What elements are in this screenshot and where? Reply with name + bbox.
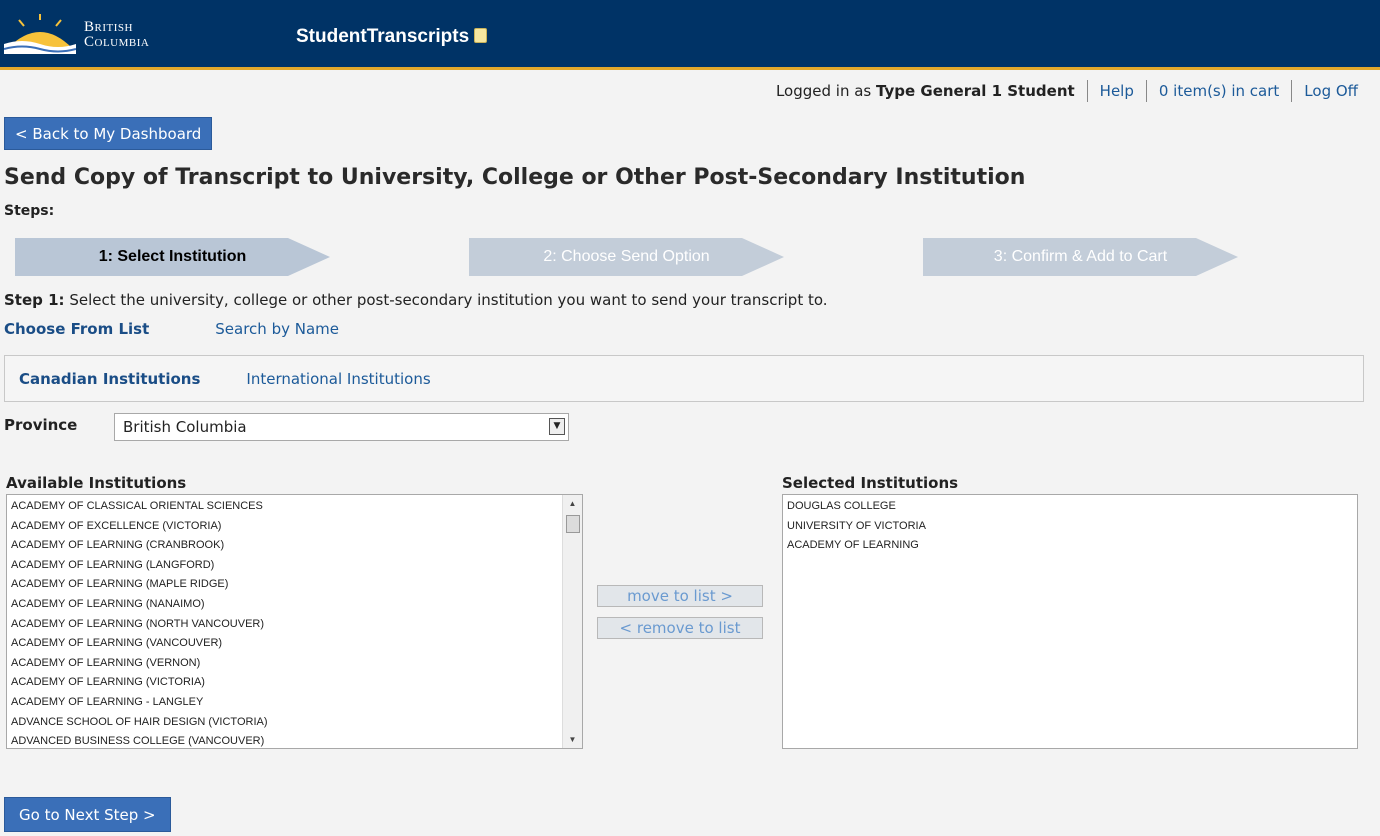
logo-line-1: British [84, 19, 133, 35]
page-title: Send Copy of Transcript to University, C… [4, 165, 1026, 190]
step-1-select-institution: 1: Select Institution [15, 238, 330, 276]
user-bar: Logged in as Type General 1 Student Help… [776, 80, 1358, 102]
list-item[interactable]: DOUGLAS COLLEGE [787, 497, 1353, 517]
remove-to-list-button[interactable]: < remove to list [597, 617, 763, 639]
cart-link[interactable]: 0 item(s) in cart [1159, 82, 1279, 100]
list-scrollbar[interactable]: ▲ ▼ [562, 495, 582, 748]
tab-canadian-institutions[interactable]: Canadian Institutions [19, 370, 200, 388]
logo-line-2: Columbia [84, 34, 150, 50]
choose-method-tabs: Choose From List Search by Name [4, 320, 405, 338]
logged-in-text: Logged in as Type General 1 Student [776, 82, 1075, 100]
list-item[interactable]: ACADEMY OF LEARNING (VICTORIA) [11, 673, 578, 693]
step-1-instructions: Step 1: Select the university, college o… [4, 291, 828, 309]
list-item[interactable]: ACADEMY OF LEARNING (NANAIMO) [11, 595, 578, 615]
user-name: Type General 1 Student [876, 82, 1075, 100]
bc-sun-logo-icon [4, 14, 76, 54]
list-item[interactable]: ADVANCE SCHOOL OF HAIR DESIGN (VICTORIA) [11, 713, 578, 733]
list-item[interactable]: ACADEMY OF CLASSICAL ORIENTAL SCIENCES [11, 497, 578, 517]
back-to-dashboard-button[interactable]: < Back to My Dashboard [4, 117, 213, 150]
step-1-prefix: Step 1: [4, 291, 65, 309]
document-icon [474, 28, 488, 43]
province-select[interactable]: British Columbia ▼ [114, 413, 569, 441]
list-item[interactable]: ACADEMY OF EXCELLENCE (VICTORIA) [11, 517, 578, 537]
institution-type-tabs: Canadian Institutions International Inst… [4, 355, 1364, 402]
divider [1291, 80, 1293, 102]
top-header: British Columbia StudentTranscripts [0, 0, 1380, 70]
app-title-text: StudentTranscripts [296, 26, 470, 47]
list-item[interactable]: ACADEMY OF LEARNING [787, 536, 1353, 556]
help-link[interactable]: Help [1100, 82, 1134, 100]
list-item[interactable]: ACADEMY OF LEARNING (LANGFORD) [11, 556, 578, 576]
list-item[interactable]: ACADEMY OF LEARNING (NORTH VANCOUVER) [11, 615, 578, 635]
available-institutions-label: Available Institutions [6, 474, 187, 492]
list-item[interactable]: UNIVERSITY OF VICTORIA [787, 517, 1353, 537]
list-item[interactable]: ADVANCED BUSINESS COLLEGE (VANCOUVER) [11, 732, 578, 748]
tab-international-institutions[interactable]: International Institutions [246, 370, 430, 388]
list-item[interactable]: ACADEMY OF LEARNING (VANCOUVER) [11, 634, 578, 654]
bc-logo-text: British Columbia [84, 20, 149, 50]
province-selected-value: British Columbia [123, 418, 247, 436]
go-to-next-step-button[interactable]: Go to Next Step > [4, 797, 171, 832]
list-item[interactable]: ACADEMY OF LEARNING (CRANBROOK) [11, 536, 578, 556]
app-title: StudentTranscripts [296, 26, 488, 48]
step-1-description: Select the university, college or other … [64, 291, 828, 309]
list-item[interactable]: ACADEMY OF LEARNING (VERNON) [11, 654, 578, 674]
list-item[interactable]: ACADEMY OF LEARNING (MAPLE RIDGE) [11, 575, 578, 595]
log-off-link[interactable]: Log Off [1304, 82, 1358, 100]
scroll-thumb[interactable] [566, 515, 580, 533]
scroll-up-icon[interactable]: ▲ [563, 495, 582, 512]
step-3-confirm-add-to-cart: 3: Confirm & Add to Cart [923, 238, 1238, 276]
divider [1086, 80, 1088, 102]
steps-label: Steps: [4, 203, 55, 219]
tab-choose-from-list[interactable]: Choose From List [4, 320, 149, 338]
tab-search-by-name[interactable]: Search by Name [215, 320, 339, 338]
move-to-list-button[interactable]: move to list > [597, 585, 763, 607]
province-label: Province [4, 416, 78, 434]
step-2-choose-send-option: 2: Choose Send Option [469, 238, 784, 276]
divider [1145, 80, 1147, 102]
available-institutions-list[interactable]: ACADEMY OF CLASSICAL ORIENTAL SCIENCES A… [6, 494, 583, 749]
logged-in-prefix: Logged in as [775, 82, 872, 100]
scroll-down-icon[interactable]: ▼ [563, 731, 582, 748]
list-item[interactable]: ACADEMY OF LEARNING - LANGLEY [11, 693, 578, 713]
selected-institutions-label: Selected Institutions [782, 474, 959, 492]
selected-institutions-list[interactable]: DOUGLAS COLLEGE UNIVERSITY OF VICTORIA A… [782, 494, 1358, 749]
dropdown-arrow-icon[interactable]: ▼ [549, 418, 565, 435]
